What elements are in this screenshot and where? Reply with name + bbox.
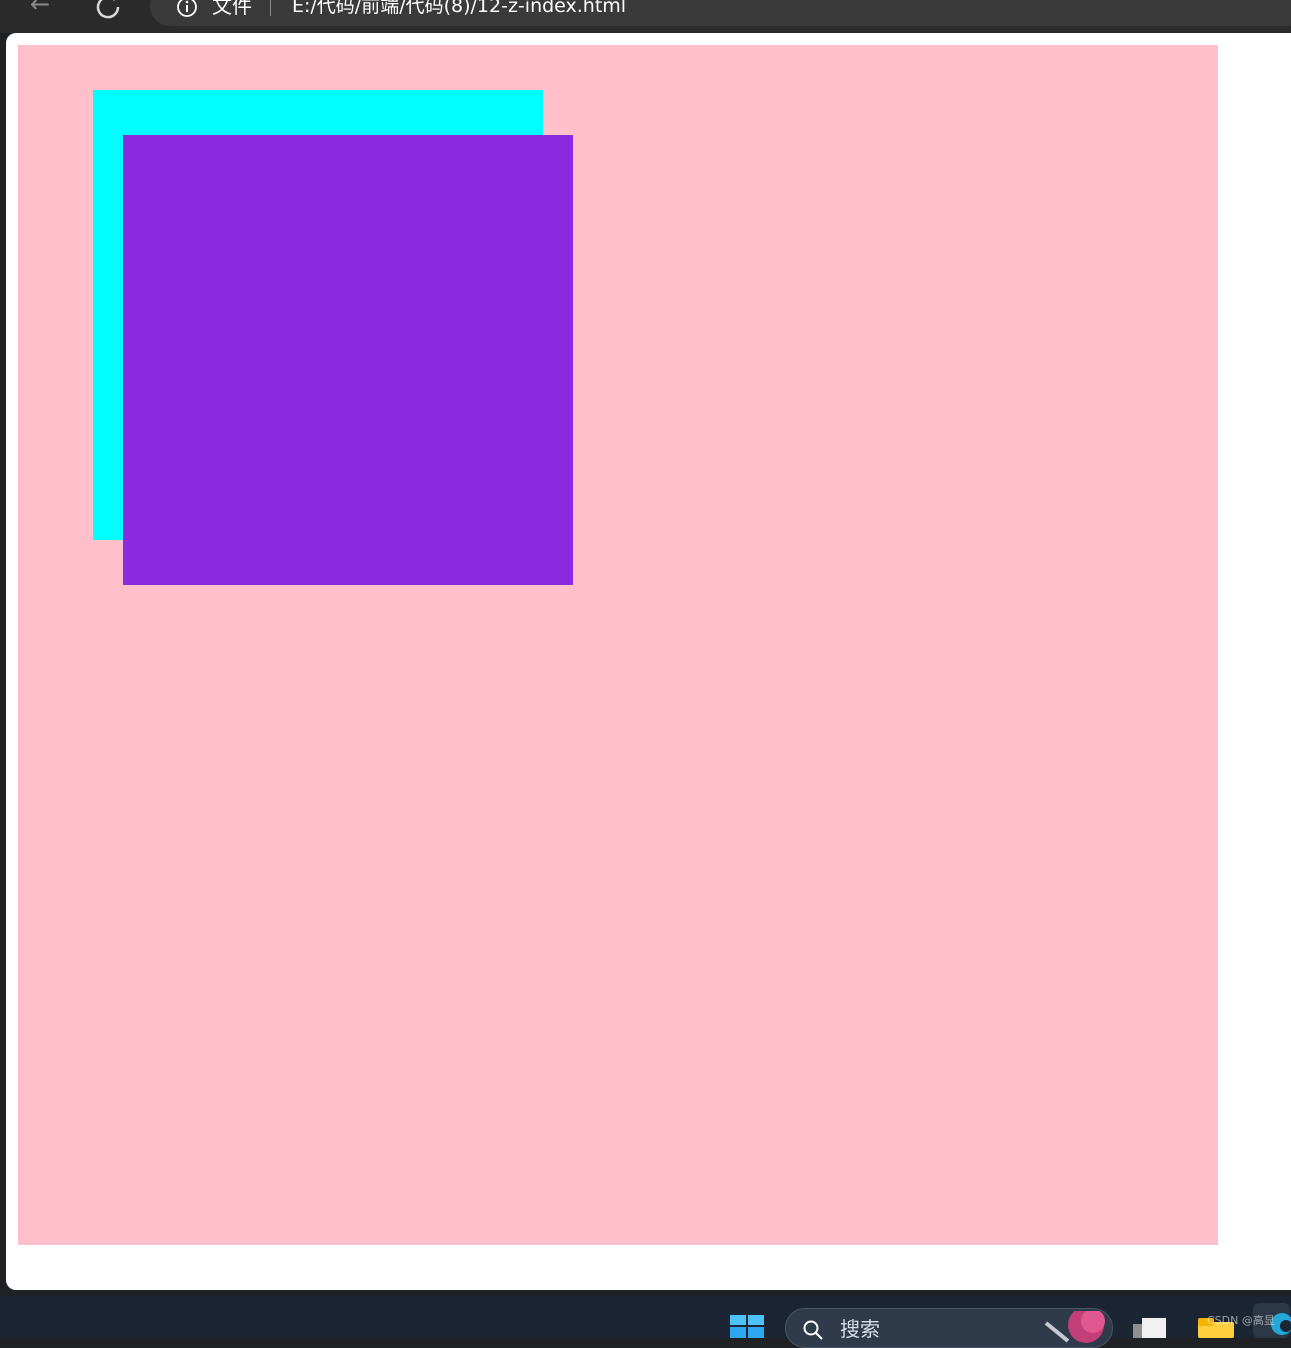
page-viewport (6, 33, 1291, 1290)
taskbar: 搜索 CSDN @高显 (0, 1296, 1291, 1348)
app-icon[interactable] (1133, 1316, 1167, 1338)
address-url[interactable]: E:/代码/前端/代码(8)/12-z-index.html (292, 0, 626, 18)
outer-box (18, 45, 1218, 1245)
back-arrow-icon[interactable]: ← (30, 0, 50, 16)
taskbar-search-box[interactable]: 搜索 (785, 1308, 1113, 1348)
watermark: CSDN @高显 (1207, 1314, 1275, 1327)
reload-icon[interactable] (94, 0, 122, 20)
search-art-icon (1044, 1311, 1105, 1343)
address-scheme-label: 文件 (212, 0, 252, 18)
box-2 (123, 135, 573, 585)
windows-start-icon[interactable] (729, 1314, 765, 1338)
address-separator (270, 0, 271, 16)
search-label: 搜索 (840, 1317, 880, 1341)
info-icon[interactable] (176, 0, 198, 18)
browser-toolbar: ← 文件 E:/代码/前端/代码(8)/12-z-index.html (0, 0, 1291, 33)
